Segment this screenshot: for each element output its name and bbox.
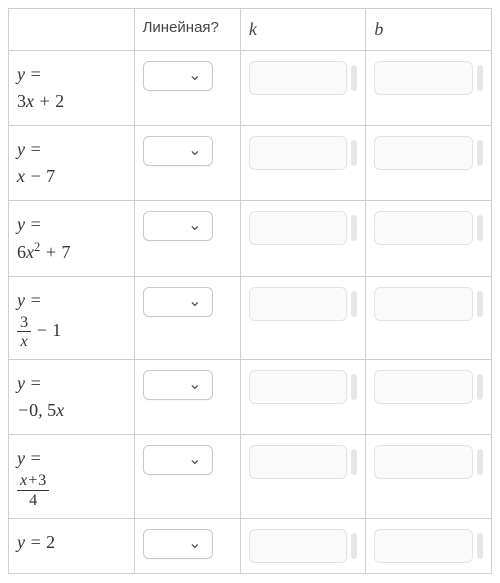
chevron-down-icon: ⌄ xyxy=(188,540,201,548)
b-input[interactable] xyxy=(374,287,473,321)
table-row: y = x − 7 ⌄ xyxy=(9,126,492,201)
drag-handle[interactable] xyxy=(351,449,357,475)
k-input[interactable] xyxy=(249,445,348,479)
chevron-down-icon: ⌄ xyxy=(188,298,201,306)
linear-dropdown[interactable]: ⌄ xyxy=(143,61,213,91)
b-cell xyxy=(366,518,492,573)
linear-functions-table: Линейная? k b y = 3x + 2⌄y = x − 7⌄y = 6… xyxy=(8,8,492,574)
chevron-down-icon: ⌄ xyxy=(188,381,201,389)
b-cell xyxy=(366,277,492,360)
equation: y = 3x − 1 xyxy=(17,287,126,349)
drag-handle[interactable] xyxy=(477,291,483,317)
equation: y = x − 7 xyxy=(17,136,126,190)
header-b: b xyxy=(366,9,492,51)
equation-cell: y = 3x − 1 xyxy=(9,277,135,360)
linear-cell: ⌄ xyxy=(134,51,240,126)
equation-cell: y = 6x2 + 7 xyxy=(9,201,135,277)
equation-cell: y = x − 7 xyxy=(9,126,135,201)
drag-handle[interactable] xyxy=(351,140,357,166)
header-linear: Линейная? xyxy=(134,9,240,51)
k-cell xyxy=(240,201,366,277)
linear-dropdown[interactable]: ⌄ xyxy=(143,287,213,317)
k-input[interactable] xyxy=(249,61,348,95)
k-input[interactable] xyxy=(249,211,348,245)
equation: y = 6x2 + 7 xyxy=(17,211,126,266)
k-input[interactable] xyxy=(249,529,348,563)
k-input[interactable] xyxy=(249,287,348,321)
b-cell xyxy=(366,360,492,435)
k-cell xyxy=(240,277,366,360)
linear-cell: ⌄ xyxy=(134,518,240,573)
drag-handle[interactable] xyxy=(477,449,483,475)
drag-handle[interactable] xyxy=(351,65,357,91)
chevron-down-icon: ⌄ xyxy=(188,222,201,230)
drag-handle[interactable] xyxy=(351,291,357,317)
drag-handle[interactable] xyxy=(477,65,483,91)
drag-handle[interactable] xyxy=(477,140,483,166)
b-input[interactable] xyxy=(374,529,473,563)
table-row: y = 6x2 + 7 ⌄ xyxy=(9,201,492,277)
linear-dropdown[interactable]: ⌄ xyxy=(143,136,213,166)
chevron-down-icon: ⌄ xyxy=(188,456,201,464)
k-cell xyxy=(240,435,366,518)
table-row: y = −0, 5x ⌄ xyxy=(9,360,492,435)
k-input[interactable] xyxy=(249,136,348,170)
equation-cell: y = 3x + 2 xyxy=(9,51,135,126)
k-cell xyxy=(240,126,366,201)
equation-cell: y = x+34 xyxy=(9,435,135,518)
equation-cell: y = 2 xyxy=(9,518,135,573)
drag-handle[interactable] xyxy=(351,215,357,241)
header-equation xyxy=(9,9,135,51)
linear-cell: ⌄ xyxy=(134,201,240,277)
table-row: y = 3x + 2 ⌄ xyxy=(9,51,492,126)
table-row: y = 2 ⌄ xyxy=(9,518,492,573)
k-input[interactable] xyxy=(249,370,348,404)
linear-cell: ⌄ xyxy=(134,126,240,201)
b-input[interactable] xyxy=(374,445,473,479)
equation: y = 3x + 2 xyxy=(17,61,126,115)
k-cell xyxy=(240,360,366,435)
drag-handle[interactable] xyxy=(477,374,483,400)
linear-dropdown[interactable]: ⌄ xyxy=(143,211,213,241)
equation-cell: y = −0, 5x xyxy=(9,360,135,435)
linear-cell: ⌄ xyxy=(134,360,240,435)
linear-cell: ⌄ xyxy=(134,277,240,360)
linear-dropdown[interactable]: ⌄ xyxy=(143,529,213,559)
table-row: y = 3x − 1 ⌄ xyxy=(9,277,492,360)
table-header-row: Линейная? k b xyxy=(9,9,492,51)
b-cell xyxy=(366,201,492,277)
chevron-down-icon: ⌄ xyxy=(188,147,201,155)
chevron-down-icon: ⌄ xyxy=(188,72,201,80)
equation: y = x+34 xyxy=(17,445,126,507)
drag-handle[interactable] xyxy=(351,374,357,400)
b-input[interactable] xyxy=(374,370,473,404)
b-input[interactable] xyxy=(374,211,473,245)
b-input[interactable] xyxy=(374,61,473,95)
drag-handle[interactable] xyxy=(477,533,483,559)
drag-handle[interactable] xyxy=(477,215,483,241)
b-cell xyxy=(366,435,492,518)
table-row: y = x+34 ⌄ xyxy=(9,435,492,518)
drag-handle[interactable] xyxy=(351,533,357,559)
k-cell xyxy=(240,51,366,126)
linear-cell: ⌄ xyxy=(134,435,240,518)
b-input[interactable] xyxy=(374,136,473,170)
equation: y = 2 xyxy=(17,529,126,556)
linear-dropdown[interactable]: ⌄ xyxy=(143,445,213,475)
k-cell xyxy=(240,518,366,573)
equation: y = −0, 5x xyxy=(17,370,126,424)
b-cell xyxy=(366,51,492,126)
linear-dropdown[interactable]: ⌄ xyxy=(143,370,213,400)
b-cell xyxy=(366,126,492,201)
header-k: k xyxy=(240,9,366,51)
